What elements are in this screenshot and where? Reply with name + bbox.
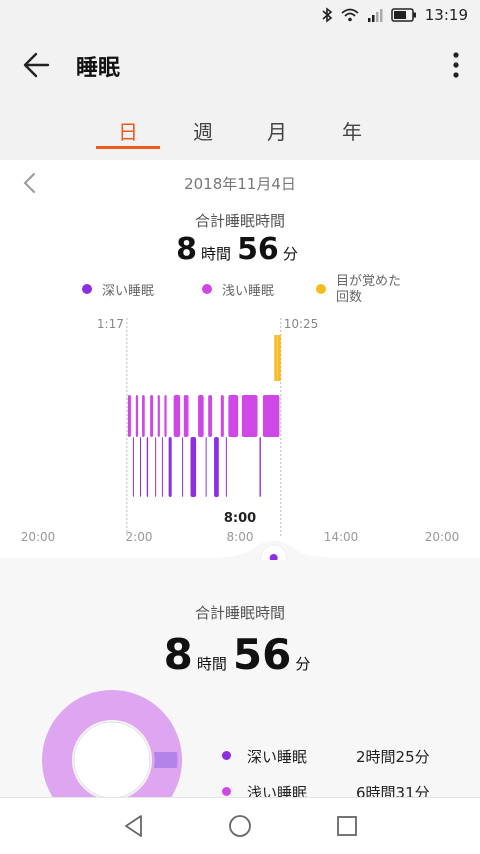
total-sleep-value: 8 時間 56 分 — [0, 232, 480, 267]
legend-deep-sleep: 深い睡眠 — [82, 280, 154, 299]
signal-icon — [367, 9, 383, 22]
sleep-end-label: 10:25 — [284, 317, 319, 331]
more-options-icon[interactable] — [446, 50, 466, 80]
sleep-chart: 1:17 10:25 8:00 20:00 2:00 8:00 14:00 20:00 — [0, 317, 480, 560]
wake-mark — [274, 335, 278, 381]
wake-dot — [316, 284, 326, 294]
sleep-segment-light — [142, 395, 145, 437]
summary-deep-label: 深い睡眠 — [247, 748, 308, 766]
summary-hours-number: 8 — [163, 630, 193, 679]
tab-month[interactable]: 月 — [247, 116, 307, 145]
app-bar: 睡眠 — [0, 34, 480, 96]
sleep-segment-light — [262, 395, 280, 437]
nav-home-icon[interactable] — [226, 812, 254, 840]
legend-wake: 目が覚めた 回数 — [316, 274, 401, 306]
x-axis-tick: 8:00 — [227, 530, 254, 544]
sleep-segment-deep — [259, 437, 261, 497]
sleep-segment-light — [220, 395, 224, 437]
day-card: 2018年11月4日 合計睡眠時間 8 時間 56 分 深い睡眠 浅い睡眠 目が覚めた… — [0, 160, 480, 560]
minutes-unit: 分 — [282, 245, 298, 263]
navigation-bar — [0, 797, 480, 854]
tab-day[interactable]: 日 — [98, 116, 158, 145]
x-axis-tick: 20:00 — [425, 530, 460, 544]
sleep-segment-deep — [155, 437, 157, 497]
summary-minutes-number: 56 — [232, 630, 292, 679]
hours-number: 8 — [176, 232, 198, 267]
summary-total-label: 合計睡眠時間 — [194, 604, 285, 622]
period-tabs: 日 週 月 年 — [0, 100, 480, 160]
wifi-icon — [341, 8, 359, 22]
sleep-segment-light — [127, 395, 131, 437]
summary-row-deep: 深い睡眠 2時間25分 — [222, 746, 452, 767]
status-icons: 13:19 — [321, 6, 468, 24]
summary-minutes-unit: 分 — [295, 655, 311, 673]
x-axis-tick: 14:00 — [324, 530, 359, 544]
x-axis-tick: 2:00 — [126, 530, 153, 544]
legend-wake-label: 目が覚めた 回数 — [336, 274, 402, 305]
sleep-segment-deep — [225, 437, 227, 497]
nav-back-icon[interactable] — [120, 812, 148, 840]
legend-light-label: 浅い睡眠 — [222, 284, 275, 299]
sleep-segment-light — [173, 395, 181, 437]
hours-unit: 時間 — [201, 245, 232, 263]
mid-time-label: 8:00 — [224, 511, 256, 526]
donut-deep-sleep — [154, 752, 178, 768]
sleep-segment-deep — [168, 437, 172, 497]
total-sleep-label: 合計睡眠時間 — [194, 212, 285, 230]
wake-mark — [277, 335, 281, 381]
summary-deep-value: 2時間25分 — [356, 748, 430, 766]
light-sleep-dot — [202, 284, 212, 294]
sleep-start-label: 1:17 — [97, 317, 124, 331]
x-axis-tick: 20:00 — [21, 530, 56, 544]
sleep-segment-deep — [132, 437, 134, 497]
sleep-segment-deep — [182, 437, 184, 497]
sleep-segment-deep — [146, 437, 149, 497]
sleep-segment-light — [150, 395, 154, 437]
sleep-segment-light — [241, 395, 258, 437]
sleep-segment-light — [157, 395, 160, 437]
battery-icon — [391, 8, 416, 22]
active-tab-indicator — [96, 146, 160, 149]
nav-recents-icon[interactable] — [333, 812, 361, 840]
summary-section: 合計睡眠時間 8 時間 56 分 深い睡眠 2時間25分 浅い睡眠 6時間31分 — [0, 560, 480, 830]
sleep-segment-light — [183, 395, 189, 437]
sleep-segment-deep — [205, 437, 207, 497]
deep-sleep-dot — [82, 284, 92, 294]
bluetooth-icon — [322, 7, 333, 23]
sleep-segment-deep — [190, 437, 197, 497]
sleep-segment-light — [228, 395, 239, 437]
summary-total-value: 8 時間 56 分 — [0, 630, 480, 679]
summary-hours-unit: 時間 — [196, 655, 227, 673]
tab-year[interactable]: 年 — [322, 116, 382, 145]
sleep-segment-deep — [161, 437, 163, 497]
sleep-segment-light — [164, 395, 167, 437]
tab-week[interactable]: 週 — [173, 116, 233, 145]
page-title: 睡眠 — [76, 56, 121, 81]
sleep-segment-deep — [140, 437, 141, 497]
status-bar: 13:19 — [0, 0, 480, 34]
minutes-number: 56 — [237, 232, 279, 267]
sleep-segment-light — [198, 395, 204, 437]
status-time: 13:19 — [424, 6, 468, 24]
back-arrow-icon[interactable] — [18, 48, 58, 82]
summary-deep-dot — [222, 751, 231, 760]
sleep-segment-deep — [214, 437, 219, 497]
legend-light-sleep: 浅い睡眠 — [202, 280, 274, 299]
date-label: 2018年11月4日 — [184, 175, 296, 193]
summary-light-dot — [222, 787, 231, 796]
sleep-segment-light — [135, 395, 138, 437]
legend-deep-label: 深い睡眠 — [102, 284, 155, 299]
sleep-segment-light — [208, 395, 213, 437]
